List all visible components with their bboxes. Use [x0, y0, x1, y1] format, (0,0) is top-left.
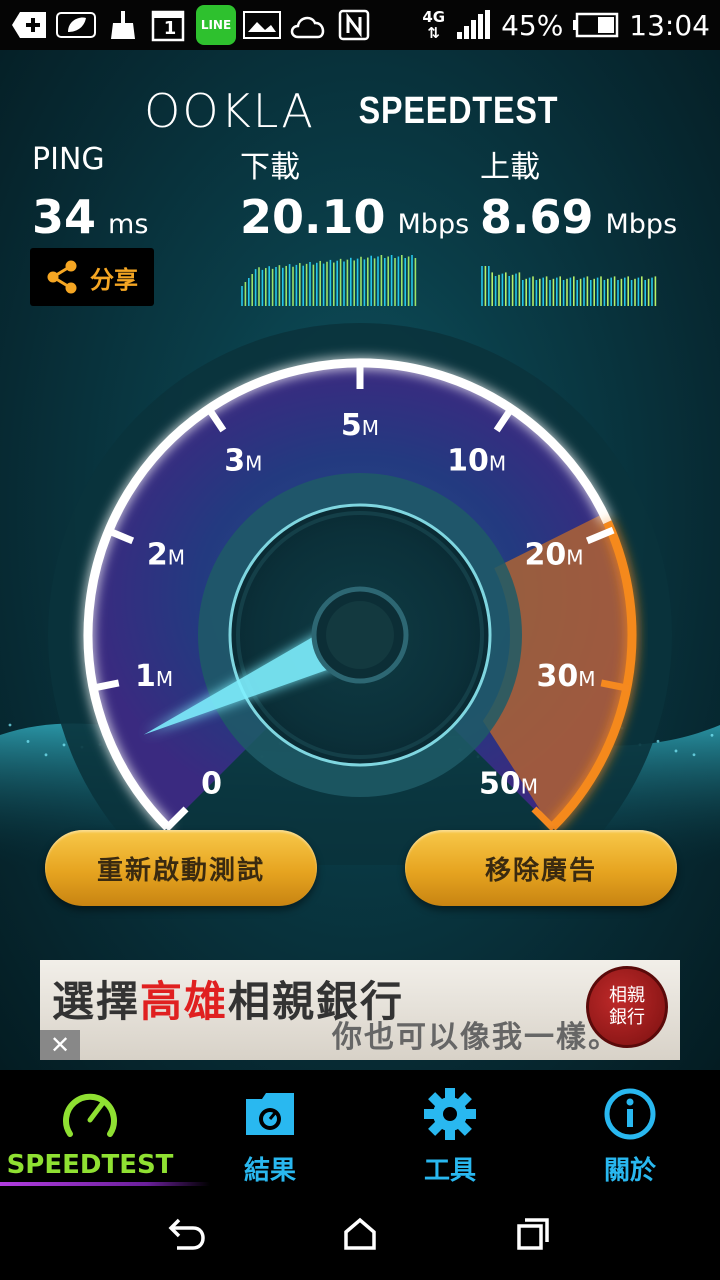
line-app-icon: LINE [196, 5, 236, 45]
system-nav-bar [0, 1188, 720, 1280]
leaf-icon [56, 5, 96, 45]
calendar-day: 1 [163, 17, 177, 39]
results-folder-icon [240, 1084, 300, 1144]
wave-dot [62, 743, 66, 747]
nfc-icon [334, 5, 374, 45]
battery-icon [573, 12, 619, 38]
speed-gauge: 01M2M3M5M10M20M30M50M [0, 323, 720, 865]
wave-dot [692, 753, 696, 757]
status-right: 4G ⇅ 45% 13:04 [422, 9, 710, 42]
home-button[interactable] [330, 1204, 390, 1264]
signal-icon [457, 10, 491, 39]
recents-button[interactable] [503, 1204, 563, 1264]
wave-dot [8, 723, 12, 727]
app-logo: OOKLA SPEEDTEST [0, 84, 720, 138]
active-tab-indicator [0, 1182, 210, 1186]
clock: 13:04 [629, 8, 710, 42]
gear-icon [420, 1084, 480, 1144]
ping-unit: ms [108, 209, 149, 240]
wave-dot [656, 739, 660, 743]
ad-headline-part1: 選擇 [52, 977, 141, 1026]
ping-number: 34 [32, 190, 97, 244]
info-icon [600, 1084, 660, 1144]
download-sparkline [241, 255, 417, 306]
cloud-icon [288, 5, 328, 45]
wave-dot [44, 753, 48, 757]
wave-dot [674, 749, 678, 753]
upload-value: 8.69 Mbps [480, 190, 677, 244]
share-icon [47, 260, 77, 294]
restart-test-button[interactable]: 重新啟動測試 [45, 830, 317, 906]
tab-tools[interactable]: 工具 [360, 1070, 540, 1188]
battery-percent: 45% [501, 8, 564, 42]
wave-dot [26, 740, 30, 743]
speedometer-icon [60, 1084, 120, 1144]
ad-subline: 你也可以像我一樣。 [332, 1020, 620, 1055]
download-number: 20.10 [240, 190, 386, 244]
ad-banner[interactable]: 選擇高雄 相親銀行 你也可以像我一樣。 相親 銀行 ✕ [40, 960, 680, 1060]
tab-about-label: 關於 [603, 1156, 656, 1186]
bottom-tab-bar: SPEEDTEST 結果 工具 關於 [0, 1070, 720, 1188]
download-unit: Mbps [397, 209, 470, 240]
back-button[interactable] [157, 1204, 217, 1264]
ping-value: 34 ms [32, 190, 148, 244]
share-button[interactable]: 分享 [30, 248, 154, 306]
ad-headline-highlight: 高雄 [140, 977, 229, 1026]
status-bar: 1 LINE 4G ⇅ 45% 13:04 [0, 0, 720, 50]
remove-ads-button[interactable]: 移除廣告 [405, 830, 677, 906]
back-icon [168, 1218, 205, 1250]
logo-ookla: OOKLA [144, 84, 315, 138]
tab-results-label: 結果 [243, 1156, 296, 1186]
ad-seal-line2: 銀行 [609, 1007, 645, 1028]
logo-speedtest: SPEEDTEST [358, 89, 559, 132]
tab-about[interactable]: 關於 [540, 1070, 720, 1188]
upload-label: 上載 [480, 150, 540, 185]
tab-speedtest[interactable]: SPEEDTEST [0, 1070, 180, 1188]
ping-label: PING [32, 142, 105, 177]
download-value: 20.10 Mbps [240, 190, 469, 244]
ad-seal: 相親 銀行 [586, 966, 668, 1048]
upload-unit: Mbps [605, 209, 678, 240]
gauge-tick-label: 0 [201, 766, 222, 801]
upload-sparkline [481, 266, 657, 306]
ad-seal-line1: 相親 [609, 985, 645, 1006]
tab-tools-label: 工具 [423, 1156, 476, 1186]
ad-close-button[interactable]: ✕ [40, 1030, 80, 1060]
wave-dot [710, 733, 714, 737]
upload-number: 8.69 [480, 190, 594, 244]
gauge-hub-center [326, 601, 394, 669]
add-icon [10, 5, 50, 45]
cleaner-icon [102, 5, 142, 45]
gallery-icon [242, 5, 282, 45]
download-label: 下載 [240, 150, 300, 185]
tab-speedtest-label: SPEEDTEST [6, 1150, 174, 1180]
home-icon [344, 1217, 376, 1250]
tab-results[interactable]: 結果 [180, 1070, 360, 1188]
share-label: 分享 [90, 265, 138, 294]
speedtest-app: OOKLA SPEEDTEST PING 34 ms 下載 20.10 Mbps 上… [0, 50, 720, 1070]
network-indicator: 4G ⇅ [422, 8, 446, 42]
recents-icon [517, 1218, 550, 1250]
